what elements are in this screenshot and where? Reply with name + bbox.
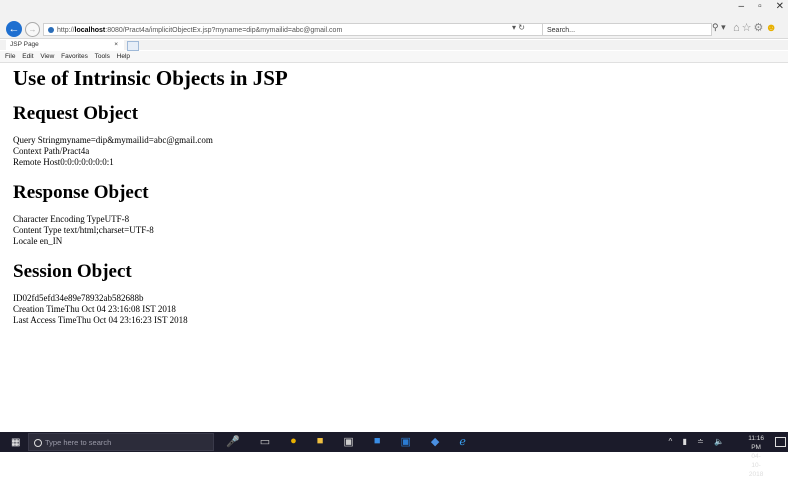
internet-explorer-icon[interactable]: ℯ [459, 435, 466, 448]
chrome-icon[interactable]: ● [290, 435, 297, 448]
session-details: ID02fd5efd34e89e78932ab582688b Creation … [13, 293, 773, 326]
address-rest: :8080/Pract4a/implicitObjectEx.jsp?mynam… [105, 27, 343, 34]
microphone-icon[interactable]: 🎤 [226, 435, 240, 448]
minimize-button[interactable]: – [739, 2, 745, 12]
forward-arrow-icon[interactable]: → [25, 22, 40, 37]
tab-strip: JSP Page × [0, 40, 788, 51]
app-icon[interactable]: ■ [374, 435, 381, 448]
store-icon[interactable]: ▣ [343, 435, 353, 448]
task-view-icon[interactable]: ▭ [260, 435, 270, 448]
search-placeholder: Search... [547, 27, 576, 34]
menu-edit[interactable]: Edit [22, 53, 33, 60]
window-controls: – ▫ ✕ [739, 2, 785, 12]
feedback-smiley-icon[interactable]: ☻ [765, 22, 779, 34]
tab-close-icon[interactable]: × [114, 40, 118, 50]
cortana-circle-icon [34, 439, 42, 447]
app-blue-icon[interactable]: ◆ [431, 435, 439, 448]
creation-time-line: Creation TimeThu Oct 04 23:16:08 IST 201… [13, 304, 176, 314]
favorites-star-icon[interactable]: ☆ [742, 22, 754, 34]
taskbar-search-placeholder: Type here to search [45, 438, 112, 447]
page-title: Use of Intrinsic Objects in JSP [13, 66, 288, 90]
file-explorer-icon[interactable]: ■ [317, 435, 324, 448]
last-access-line: Last Access TimeThu Oct 04 23:16:23 IST … [13, 315, 188, 325]
request-heading: Request Object [13, 103, 139, 124]
context-path-line: Context Path/Pract4a [13, 146, 90, 156]
menu-view[interactable]: View [40, 53, 54, 60]
close-button[interactable]: ✕ [776, 2, 784, 12]
taskbar-apps: 🎤 ▭ ● ■ ▣ ■ ▣ ◆ ℯ [226, 435, 466, 448]
search-input[interactable]: Search... [542, 23, 712, 36]
address-bar[interactable]: http://localhost:8080/Pract4a/implicitOb… [43, 23, 543, 36]
query-string-line: Query Stringmyname=dip&mymailid=abc@gmai… [13, 135, 213, 145]
back-arrow-icon[interactable]: ← [6, 21, 22, 37]
gear-icon[interactable]: ⚙ [754, 22, 766, 34]
toolbar-icons: ⌂☆⚙☻ [733, 21, 779, 34]
browser-titlebar: – ▫ ✕ ← → http://localhost:8080/Pract4a/… [0, 0, 788, 39]
ie-page-icon [48, 27, 54, 34]
refresh-icon[interactable]: ▾ ↻ [512, 23, 525, 32]
page-content: Use of Intrinsic Objects in JSP Request … [13, 62, 773, 326]
system-tray-icons[interactable]: ^ ▮ ≐ 🔈 [669, 437, 729, 446]
tab-jsp-page[interactable]: JSP Page × [6, 40, 124, 50]
notification-icon[interactable] [775, 437, 786, 447]
clock-time: 11:16 PM [748, 435, 764, 451]
menu-tools[interactable]: Tools [95, 53, 110, 60]
taskbar: ▦ Type here to search 🎤 ▭ ● ■ ▣ ■ ▣ ◆ ℯ … [0, 432, 788, 478]
remote-host-line: Remote Host0:0:0:0:0:0:0:1 [13, 157, 114, 167]
session-id-line: ID02fd5efd34e89e78932ab582688b [13, 293, 144, 303]
outlook-icon[interactable]: ▣ [400, 435, 410, 448]
encoding-line: Character Encoding TypeUTF-8 [13, 214, 130, 224]
windows-start-icon[interactable]: ▦ [11, 437, 20, 448]
menu-help[interactable]: Help [117, 53, 130, 60]
response-heading: Response Object [13, 182, 149, 203]
request-details: Query Stringmyname=dip&mymailid=abc@gmai… [13, 135, 773, 168]
clock-date: 04-10-2018 [748, 453, 764, 478]
tab-title: JSP Page [10, 41, 39, 48]
search-icon[interactable]: ⚲ ▾ [712, 22, 726, 33]
home-icon[interactable]: ⌂ [733, 22, 742, 34]
address-host: localhost [74, 27, 106, 34]
session-heading: Session Object [13, 261, 132, 282]
content-type-line: Content Type text/html;charset=UTF-8 [13, 225, 154, 235]
restore-button[interactable]: ▫ [758, 2, 762, 12]
menu-file[interactable]: File [5, 53, 15, 60]
menu-favorites[interactable]: Favorites [61, 53, 88, 60]
response-details: Character Encoding TypeUTF-8 Content Typ… [13, 214, 773, 247]
locale-line: Locale en_IN [13, 236, 63, 246]
address-row: ← → http://localhost:8080/Pract4a/implic… [0, 21, 788, 38]
address-prefix: http:// [57, 27, 75, 34]
taskbar-search-input[interactable]: Type here to search [28, 433, 214, 451]
new-tab-button[interactable] [127, 41, 139, 51]
